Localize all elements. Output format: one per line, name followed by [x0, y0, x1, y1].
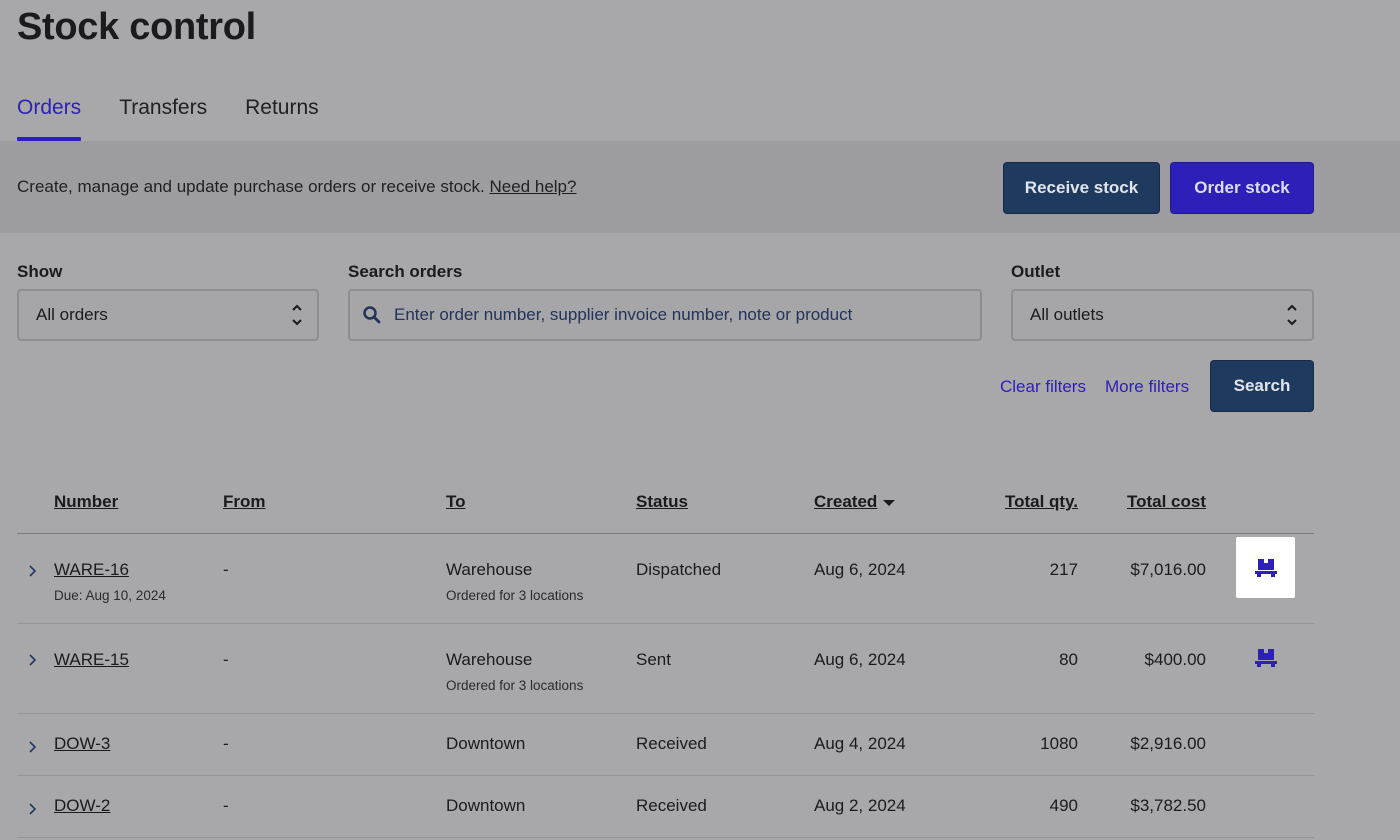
intro-text: Create, manage and update purchase order…	[17, 177, 576, 197]
outlet-label: Outlet	[1011, 262, 1060, 282]
table-row: WARE-15 - Warehouse Ordered for 3 locati…	[17, 624, 1314, 714]
column-header-status[interactable]: Status	[636, 492, 688, 512]
show-select-value: All orders	[36, 305, 108, 325]
from-cell: -	[223, 734, 229, 754]
search-button[interactable]: Search	[1210, 360, 1314, 412]
created-cell: Aug 6, 2024	[814, 560, 906, 580]
tab-bar: Orders Transfers Returns	[17, 96, 319, 141]
chevron-right-icon[interactable]	[27, 564, 39, 578]
outlet-select-value: All outlets	[1030, 305, 1104, 325]
tab-transfers[interactable]: Transfers	[119, 96, 207, 141]
status-cell: Received	[636, 734, 707, 754]
qty-cell: 217	[1050, 560, 1078, 580]
filter-panel: Show All orders Search orders Enter orde…	[0, 233, 1400, 440]
chevron-right-icon[interactable]	[27, 653, 39, 667]
chevron-right-icon[interactable]	[27, 740, 39, 754]
status-cell: Sent	[636, 650, 671, 670]
to-cell: Warehouse	[446, 560, 532, 580]
to-cell: Downtown	[446, 734, 525, 754]
search-orders-input[interactable]: Enter order number, supplier invoice num…	[348, 289, 982, 341]
status-cell: Dispatched	[636, 560, 721, 580]
order-number-link[interactable]: DOW-2	[54, 796, 110, 816]
outlet-select[interactable]: All outlets	[1011, 289, 1314, 341]
created-cell: Aug 4, 2024	[814, 734, 906, 754]
pallet-delivery-icon	[1255, 558, 1277, 578]
qty-cell: 1080	[1040, 734, 1078, 754]
receive-stock-button[interactable]: Receive stock	[1003, 162, 1160, 214]
clear-filters-link[interactable]: Clear filters	[1000, 377, 1086, 397]
to-subtext: Ordered for 3 locations	[446, 678, 583, 693]
qty-cell: 80	[1059, 650, 1078, 670]
sort-descending-icon	[883, 500, 895, 506]
pallet-delivery-icon	[1255, 648, 1277, 668]
orders-table: Number From To Status Created Total qty.…	[0, 440, 1400, 840]
search-icon	[362, 305, 382, 325]
column-header-from[interactable]: From	[223, 492, 266, 512]
created-cell: Aug 6, 2024	[814, 650, 906, 670]
table-row: DOW-2 - Downtown Received Aug 2, 2024 49…	[17, 776, 1314, 838]
select-arrows-icon	[1286, 301, 1298, 329]
tab-orders[interactable]: Orders	[17, 96, 81, 141]
order-number-link[interactable]: DOW-3	[54, 734, 110, 754]
to-subtext: Ordered for 3 locations	[446, 588, 583, 603]
table-row: WARE-16 Due: Aug 10, 2024 - Warehouse Or…	[17, 534, 1314, 624]
from-cell: -	[223, 796, 229, 816]
due-date: Due: Aug 10, 2024	[54, 588, 166, 603]
column-header-created-label: Created	[814, 492, 877, 511]
show-select[interactable]: All orders	[17, 289, 319, 341]
search-orders-label: Search orders	[348, 262, 462, 282]
cost-cell: $400.00	[1145, 650, 1206, 670]
tab-returns[interactable]: Returns	[245, 96, 319, 141]
created-cell: Aug 2, 2024	[814, 796, 906, 816]
select-arrows-icon	[291, 301, 303, 329]
intro-description: Create, manage and update purchase order…	[17, 177, 485, 196]
qty-cell: 490	[1050, 796, 1078, 816]
table-row: DOW-3 - Downtown Received Aug 4, 2024 10…	[17, 714, 1314, 776]
show-label: Show	[17, 262, 62, 282]
chevron-right-icon[interactable]	[27, 802, 39, 816]
column-header-to[interactable]: To	[446, 492, 466, 512]
receive-order-button[interactable]	[1236, 627, 1295, 688]
order-stock-button[interactable]: Order stock	[1170, 162, 1314, 214]
from-cell: -	[223, 560, 229, 580]
column-header-number[interactable]: Number	[54, 492, 118, 512]
column-header-created[interactable]: Created	[814, 492, 895, 512]
cost-cell: $2,916.00	[1130, 734, 1206, 754]
to-cell: Downtown	[446, 796, 525, 816]
more-filters-link[interactable]: More filters	[1105, 377, 1189, 397]
cost-cell: $3,782.50	[1130, 796, 1206, 816]
to-cell: Warehouse	[446, 650, 532, 670]
column-header-total-qty[interactable]: Total qty.	[1005, 492, 1078, 512]
receive-order-button[interactable]	[1236, 537, 1295, 598]
from-cell: -	[223, 650, 229, 670]
cost-cell: $7,016.00	[1130, 560, 1206, 580]
search-placeholder: Enter order number, supplier invoice num…	[394, 305, 852, 325]
order-number-link[interactable]: WARE-15	[54, 650, 129, 670]
order-number-link[interactable]: WARE-16	[54, 560, 129, 580]
intro-bar: Create, manage and update purchase order…	[0, 141, 1400, 233]
status-cell: Received	[636, 796, 707, 816]
column-header-total-cost[interactable]: Total cost	[1127, 492, 1206, 512]
need-help-link[interactable]: Need help?	[490, 177, 577, 196]
page-title: Stock control	[17, 6, 256, 49]
